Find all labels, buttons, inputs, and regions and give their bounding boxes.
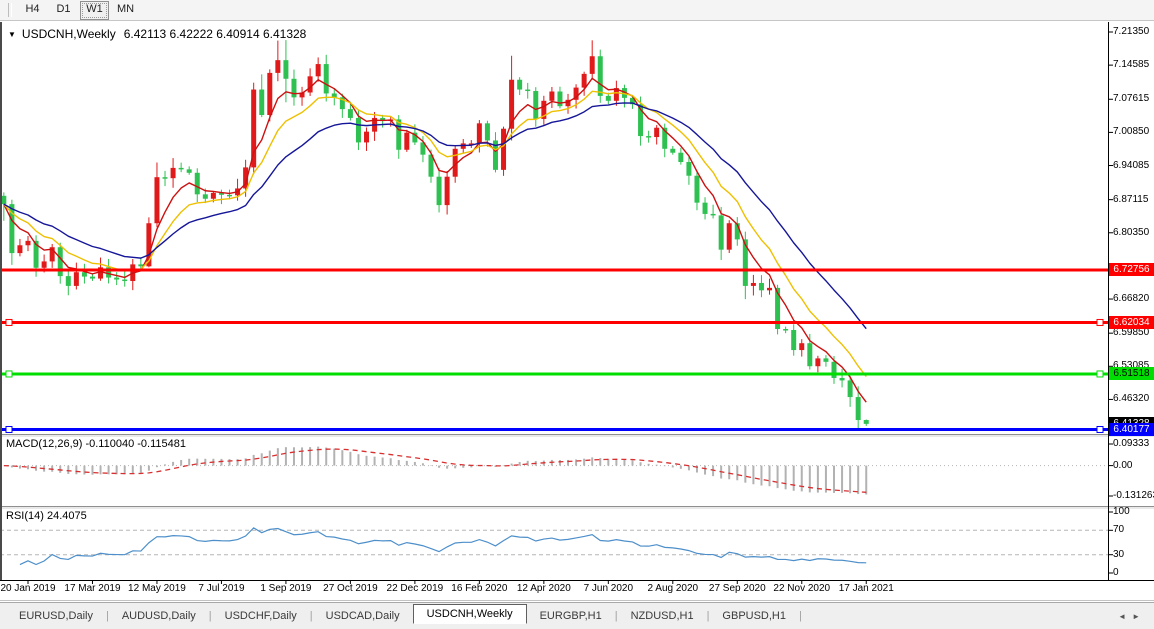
price-axis-label: 6.94085 bbox=[1113, 160, 1149, 172]
price-axis-label: 7.14585 bbox=[1113, 59, 1149, 71]
tab-eurusd-daily[interactable]: EURUSD,Daily bbox=[6, 606, 106, 626]
tab-eurgbp-h1[interactable]: EURGBP,H1 bbox=[527, 606, 615, 626]
rsi-axis-label: 30 bbox=[1113, 549, 1124, 561]
date-axis-label: 2 Aug 2020 bbox=[647, 583, 698, 594]
price-axis-label: 7.07615 bbox=[1113, 93, 1149, 105]
price-axis-label: 7.21350 bbox=[1113, 26, 1149, 38]
trading-platform-window: H4D1W1MN ▼USDCNH,Weekly6.42113 6.42222 6… bbox=[0, 0, 1154, 629]
price-axis-label: 6.46320 bbox=[1113, 393, 1149, 405]
tab-usdcnh-weekly[interactable]: USDCNH,Weekly bbox=[413, 604, 527, 624]
tab-nzdusd-h1[interactable]: NZDUSD,H1 bbox=[618, 606, 707, 626]
chart-canvas[interactable] bbox=[0, 0, 1154, 629]
tab-separator: | bbox=[799, 610, 802, 622]
tab-scroll-arrows[interactable]: ◄► bbox=[1118, 612, 1146, 621]
date-axis-label: 22 Nov 2020 bbox=[773, 583, 830, 594]
hline-price-badge: 6.40177 bbox=[1109, 423, 1154, 436]
price-axis-label: 6.80350 bbox=[1113, 227, 1149, 239]
rsi-axis-label: 70 bbox=[1113, 524, 1124, 536]
symbol-tabbar: EURUSD,Daily|AUDUSD,Daily|USDCHF,Daily|U… bbox=[0, 602, 1154, 629]
tab-usdcad-daily[interactable]: USDCAD,Daily bbox=[313, 606, 413, 626]
hline-price-badge: 6.72756 bbox=[1109, 263, 1154, 276]
date-axis-label: 20 Jan 2019 bbox=[0, 583, 55, 594]
price-axis-label: 7.00850 bbox=[1113, 126, 1149, 138]
macd-axis-label: 0.00 bbox=[1113, 460, 1132, 472]
tab-scroll-right-icon[interactable]: ► bbox=[1132, 612, 1146, 621]
date-axis-label: 16 Feb 2020 bbox=[451, 583, 507, 594]
chart-ohlc-values: 6.42113 6.42222 6.40914 6.41328 bbox=[124, 27, 307, 41]
macd-axis-label: -0.131263 bbox=[1113, 490, 1154, 502]
date-axis-label: 12 Apr 2020 bbox=[517, 583, 571, 594]
macd-axis-label: 0.09333 bbox=[1113, 438, 1149, 450]
dropdown-icon: ▼ bbox=[8, 30, 16, 39]
tab-gbpusd-h1[interactable]: GBPUSD,H1 bbox=[709, 606, 799, 626]
tab-scroll-left-icon[interactable]: ◄ bbox=[1118, 612, 1132, 621]
price-axis-label: 6.66820 bbox=[1113, 293, 1149, 305]
hline-price-badge: 6.51518 bbox=[1109, 367, 1154, 380]
date-axis-label: 17 Jan 2021 bbox=[839, 583, 894, 594]
date-axis-label: 7 Jun 2020 bbox=[584, 583, 634, 594]
rsi-axis-label: 0 bbox=[1113, 567, 1119, 579]
rsi-indicator-label: RSI(14) 24.4075 bbox=[6, 510, 87, 522]
hline-price-badge: 6.62034 bbox=[1109, 316, 1154, 329]
date-axis-label: 1 Sep 2019 bbox=[260, 583, 311, 594]
chart-title: ▼ USDCNH,Weekly 6.42113 6.42222 6.40914 6.… bbox=[8, 27, 306, 41]
date-axis-label: 17 Mar 2019 bbox=[64, 583, 120, 594]
date-axis-label: 12 May 2019 bbox=[128, 583, 186, 594]
date-axis-label: 27 Sep 2020 bbox=[709, 583, 766, 594]
tab-usdchf-daily[interactable]: USDCHF,Daily bbox=[212, 606, 310, 626]
date-axis-label: 27 Oct 2019 bbox=[323, 583, 377, 594]
tab-audusd-daily[interactable]: AUDUSD,Daily bbox=[109, 606, 209, 626]
price-axis-label: 6.87115 bbox=[1113, 194, 1148, 206]
date-axis-label: 7 Jul 2019 bbox=[198, 583, 244, 594]
rsi-axis-label: 100 bbox=[1113, 506, 1130, 518]
date-axis-label: 22 Dec 2019 bbox=[387, 583, 444, 594]
macd-indicator-label: MACD(12,26,9) -0.110040 -0.115481 bbox=[6, 438, 186, 450]
chart-symbol-label: USDCNH,Weekly bbox=[22, 27, 116, 41]
